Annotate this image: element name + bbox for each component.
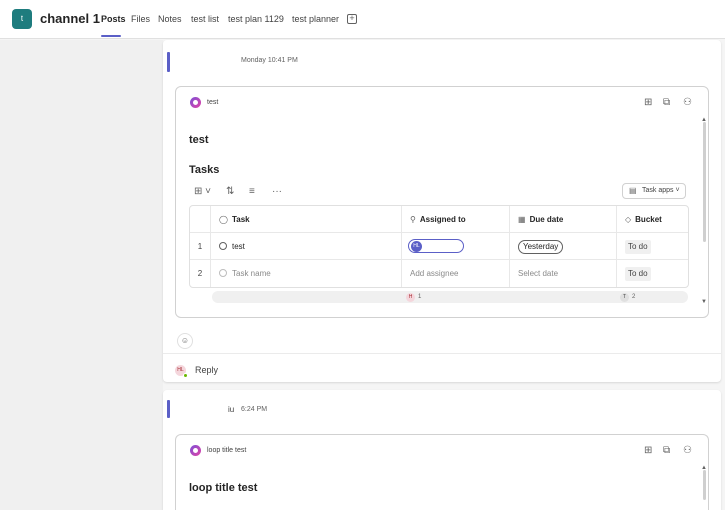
- task-name-placeholder[interactable]: Task name: [232, 269, 271, 278]
- loop-component[interactable]: test ⊞ ⧉ ⚇ test Tasks ▲ ▼ ⊞ ˅ ⇅ ≡ ··· ▤ …: [175, 86, 709, 318]
- sort-icon[interactable]: ⇅: [226, 186, 234, 197]
- message-accent-bar: [167, 52, 170, 72]
- task-cell[interactable]: test: [211, 233, 402, 260]
- assignee-cell[interactable]: HL: [402, 233, 510, 260]
- bucket-pill[interactable]: To do: [625, 266, 651, 281]
- scroll-down-arrow-icon[interactable]: ▼: [701, 299, 707, 305]
- complete-circle-icon[interactable]: [219, 242, 227, 250]
- bucket-cell[interactable]: To do: [617, 260, 690, 287]
- loop-logo-icon: [190, 97, 201, 108]
- row-number: 2: [190, 260, 211, 287]
- filter-icon[interactable]: ≡: [249, 186, 255, 197]
- plus-square-icon[interactable]: +: [347, 14, 357, 24]
- tab-files[interactable]: Files: [131, 14, 150, 24]
- message-card: Monday 10:41 PM test ⊞ ⧉ ⚇ test Tasks ▲ …: [163, 40, 721, 382]
- due-date-pill[interactable]: Yesterday: [518, 239, 564, 254]
- chevron-down-icon: ˅: [675, 187, 680, 194]
- complete-circle-icon[interactable]: [219, 269, 227, 277]
- add-assignee-cell[interactable]: Add assignee: [402, 260, 510, 287]
- left-pane: [0, 40, 163, 510]
- message-card: iu 6:24 PM loop title test ⊞ ⧉ ⚇ loop ti…: [163, 390, 721, 510]
- task-apps-button[interactable]: ▤ Task apps ˅: [622, 183, 686, 199]
- message-timestamp: 6:24 PM: [241, 406, 268, 413]
- calendar-icon: ▦: [518, 215, 526, 224]
- person-icon: ⚲: [410, 215, 416, 224]
- table-row: 2 Task name Add assignee Select date To …: [190, 260, 688, 287]
- message-accent-bar: [167, 400, 170, 418]
- vertical-scrollbar[interactable]: [703, 470, 706, 500]
- more-options-icon[interactable]: ···: [272, 186, 282, 197]
- share-people-icon[interactable]: ⚇: [683, 445, 692, 456]
- avatar: T: [620, 293, 629, 302]
- tab-test-planner[interactable]: test planner: [292, 14, 339, 24]
- active-tab-indicator: [101, 35, 121, 37]
- open-in-loop-icon[interactable]: ⧉: [663, 97, 670, 108]
- select-date-cell[interactable]: Select date: [510, 260, 617, 287]
- loop-title: test: [189, 134, 209, 146]
- table-row: 1 test HL Yesterday To do: [190, 233, 688, 260]
- column-header-bucket[interactable]: ◇ Bucket: [617, 206, 690, 233]
- loop-component-name: loop title test: [207, 447, 247, 454]
- clipboard-icon: ▤: [629, 186, 637, 195]
- task-name: test: [232, 242, 245, 251]
- channel-title: channel 1: [40, 11, 100, 26]
- column-header-due-date[interactable]: ▦ Due date: [510, 206, 617, 233]
- tab-test-plan-1129[interactable]: test plan 1129: [228, 14, 284, 24]
- grid-view-icon[interactable]: ⊞ ˅: [194, 186, 211, 197]
- message-author: iu: [228, 405, 235, 414]
- presence-count: 2: [632, 294, 636, 300]
- loop-component[interactable]: loop title test ⊞ ⧉ ⚇ loop title test ▲: [175, 434, 709, 510]
- presence-bar: H 1 T 2: [212, 291, 688, 303]
- table-header-row: ◯ Task ⚲ Assigned to ▦ Due date ◇ Bucket: [190, 206, 688, 233]
- open-in-loop-icon[interactable]: ⧉: [663, 445, 670, 456]
- due-date-cell[interactable]: Yesterday: [510, 233, 617, 260]
- column-header-task[interactable]: ◯ Task: [211, 206, 402, 233]
- tab-notes[interactable]: Notes: [158, 14, 182, 24]
- loop-component-name: test: [207, 99, 219, 106]
- avatar: H: [406, 293, 415, 302]
- tag-icon: ◇: [625, 215, 632, 224]
- apps-grid-icon[interactable]: ⊞: [644, 445, 652, 456]
- vertical-scrollbar[interactable]: [703, 122, 706, 242]
- tab-posts[interactable]: Posts: [101, 14, 126, 24]
- avatar: HL: [411, 241, 422, 252]
- presence-count: 1: [418, 294, 422, 300]
- task-cell[interactable]: Task name: [211, 260, 402, 287]
- channel-avatar: t: [12, 9, 32, 29]
- divider: [163, 353, 721, 354]
- tasks-heading: Tasks: [189, 164, 220, 176]
- loop-logo-icon: [190, 445, 201, 456]
- reply-button[interactable]: Reply: [195, 365, 218, 375]
- assignee-pill[interactable]: HL: [408, 239, 464, 253]
- row-number: 1: [190, 233, 211, 260]
- share-people-icon[interactable]: ⚇: [683, 97, 692, 108]
- apps-grid-icon[interactable]: ⊞: [644, 97, 652, 108]
- loop-title: loop title test: [189, 482, 258, 494]
- header-rownum-cell: [190, 206, 211, 233]
- add-reaction-icon[interactable]: ☺: [177, 333, 193, 349]
- message-timestamp: Monday 10:41 PM: [241, 57, 298, 64]
- tab-test-list[interactable]: test list: [191, 14, 219, 24]
- task-apps-label: Task apps: [642, 187, 674, 194]
- bucket-pill[interactable]: To do: [625, 239, 651, 254]
- presence-available-icon: [183, 373, 188, 378]
- check-circle-icon: ◯: [219, 215, 228, 224]
- tasks-table: ◯ Task ⚲ Assigned to ▦ Due date ◇ Bucket 1 t…: [189, 205, 689, 288]
- bucket-cell[interactable]: To do: [617, 233, 690, 260]
- column-header-assigned[interactable]: ⚲ Assigned to: [402, 206, 510, 233]
- channel-header: t channel 1 Posts Files Notes test list …: [0, 0, 725, 39]
